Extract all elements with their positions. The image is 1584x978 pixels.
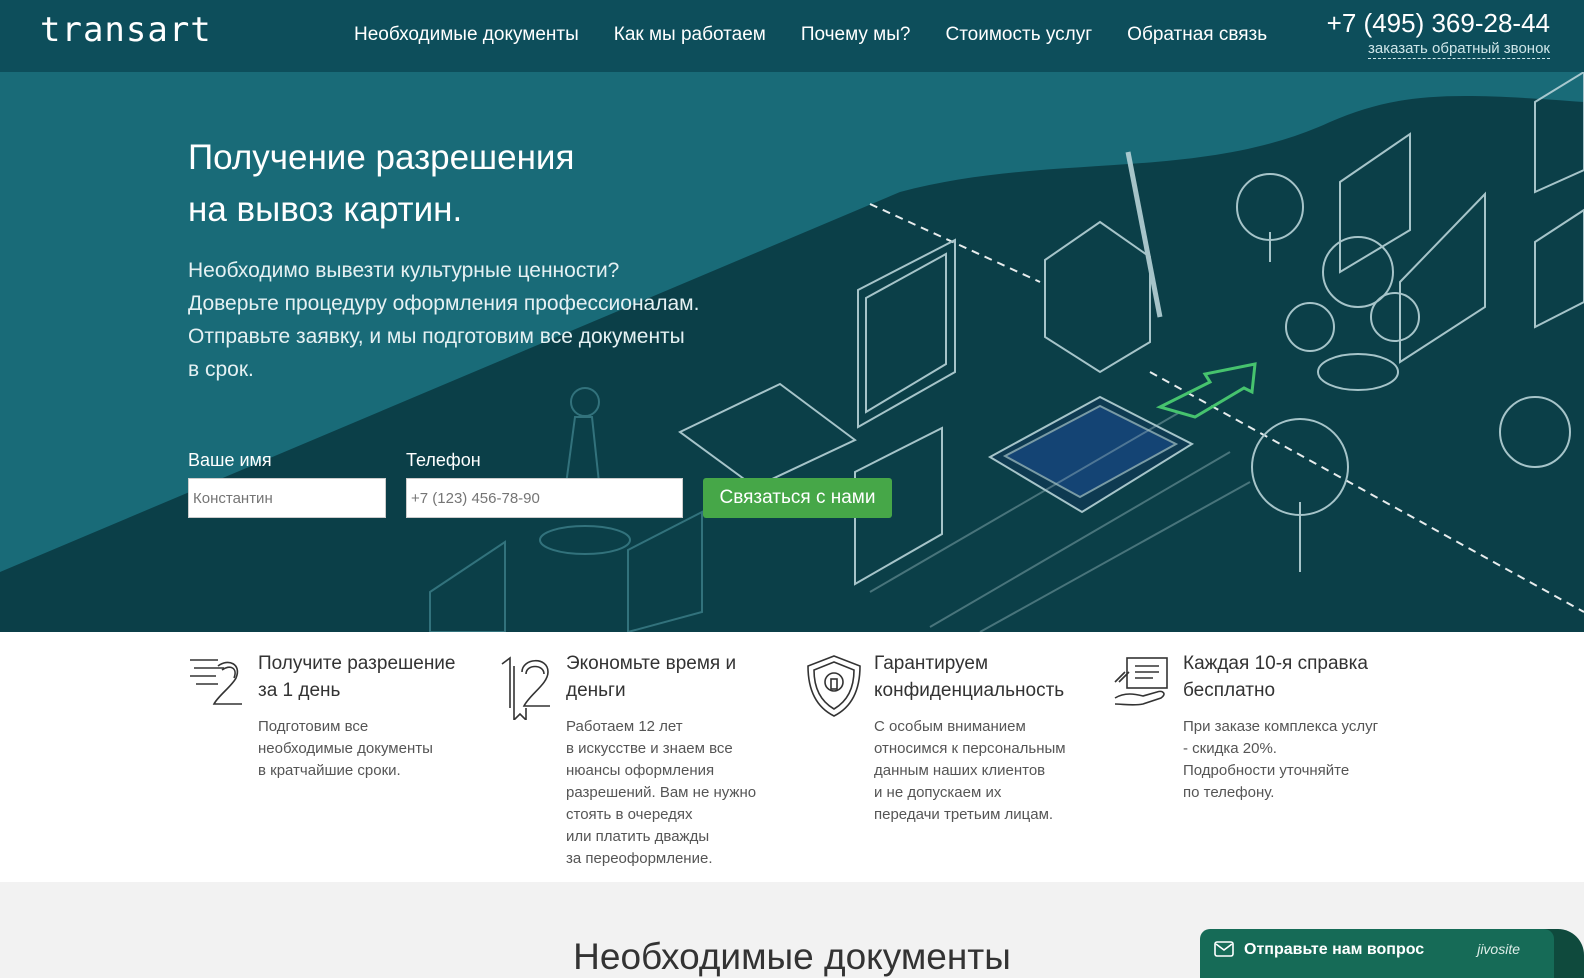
fast-delivery-icon — [190, 659, 242, 705]
phone-input[interactable] — [406, 478, 683, 518]
hero-lead-line3: Отправьте заявку, и мы подготовим все до… — [188, 325, 685, 348]
feature-title: Гарантируем конфиденциальность — [874, 653, 1065, 701]
hero-title-line2: на вывоз картин. — [188, 190, 463, 229]
contact-us-button[interactable]: Связаться с нами — [703, 478, 892, 518]
shield-lock-icon — [807, 655, 861, 717]
feature-title: Каждая 10-я справка бесплатно — [1183, 653, 1368, 701]
feature-title: Экономьте время и деньги — [566, 653, 737, 701]
feature-title: Получите разрешение за 1 день — [258, 653, 456, 701]
hero-section: Получение разрешения на вывоз картин. Не… — [0, 72, 1584, 632]
hero-lead: Необходимо вывезти культурные ценности? … — [188, 254, 748, 386]
hero-title: Получение разрешения на вывоз картин. — [188, 132, 748, 236]
site-header: transart Необходимые документы Как мы ра… — [0, 0, 1584, 72]
nav-how-we-work[interactable]: Как мы работаем — [614, 24, 766, 46]
hero-lead-line2: Доверьте процедуру оформления профессион… — [188, 292, 700, 315]
chat-label[interactable]: Отправьте нам вопрос — [1244, 941, 1424, 959]
main-nav: Необходимые документы Как мы работаем По… — [354, 24, 1267, 46]
chat-widget[interactable]: Отправьте нам вопрос jivosite — [1200, 929, 1554, 978]
header-phone[interactable]: +7 (495) 369-28-44 — [1327, 8, 1550, 39]
chat-brand: jivosite — [1477, 941, 1520, 957]
phone-label: Телефон — [406, 450, 481, 470]
name-input[interactable] — [188, 478, 386, 518]
document-hand-icon — [1114, 657, 1168, 706]
hero-lead-line4: в срок. — [188, 358, 254, 381]
feature-text: Работаем 12 лет в искусстве и знаем все … — [566, 718, 757, 867]
feature-text: При заказе комплекса услуг - скидка 20%.… — [1183, 718, 1379, 801]
feature-text: Подготовим все необходимые документы в к… — [258, 718, 433, 779]
envelope-icon — [1214, 941, 1234, 957]
hero-title-line1: Получение разрешения — [188, 138, 575, 177]
nav-feedback[interactable]: Обратная связь — [1127, 24, 1267, 46]
logo[interactable]: transart — [40, 10, 212, 50]
name-label: Ваше имя — [188, 450, 272, 470]
twelve-years-icon — [501, 656, 550, 720]
nav-documents[interactable]: Необходимые документы — [354, 24, 579, 46]
hero-lead-line1: Необходимо вывезти культурные ценности? — [188, 259, 620, 282]
feature-text: С особым вниманием относимся к персональ… — [874, 718, 1066, 823]
features-section: Получите разрешение за 1 день Подготовим… — [0, 632, 1584, 882]
callback-link[interactable]: заказать обратный звонок — [1367, 40, 1550, 59]
nav-pricing[interactable]: Стоимость услуг — [945, 24, 1092, 46]
nav-why-us[interactable]: Почему мы? — [801, 24, 911, 46]
